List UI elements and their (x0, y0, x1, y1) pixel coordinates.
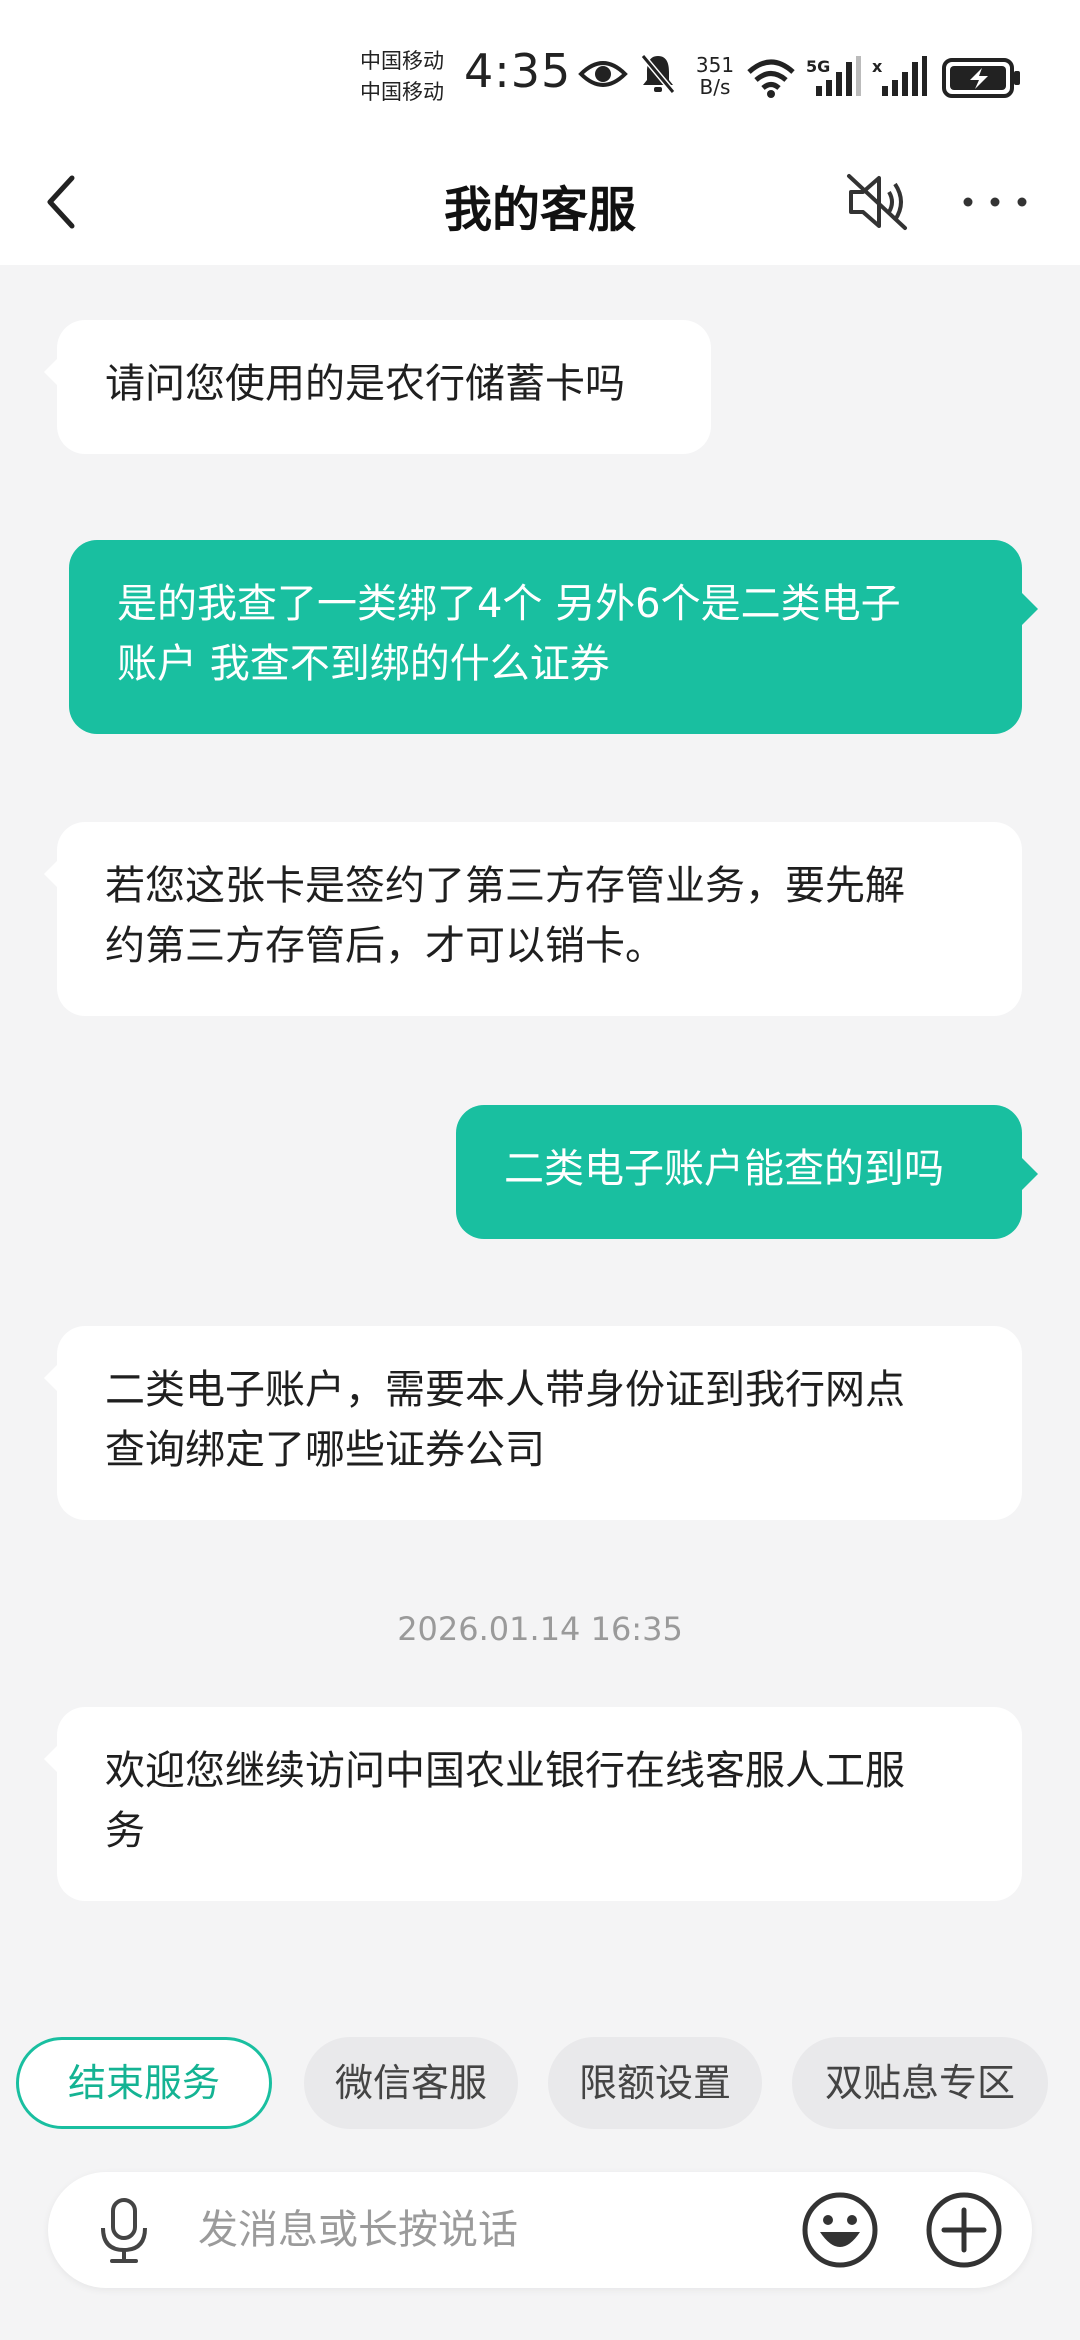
status-bar: 中国移动 中国移动 4:35 351 B/s 5G x (0, 0, 1080, 150)
signal-icon: x (872, 56, 927, 96)
svg-text:x: x (872, 57, 883, 76)
speed-unit: B/s (699, 75, 731, 99)
message-text: 请问您使用的是农行储蓄卡吗 (105, 361, 625, 407)
end-service-chip[interactable]: 结束服务 (16, 2037, 272, 2129)
message-text-line-2: 查询绑定了哪些证券公司 (105, 1427, 545, 1473)
carrier-1-label: 中国移动 (360, 49, 444, 73)
speed-value: 351 (695, 53, 735, 77)
agent-message-1: 请问您使用的是农行储蓄卡吗 (44, 320, 711, 454)
more-icon (963, 197, 1027, 207)
carrier-2-label: 中国移动 (360, 80, 444, 104)
quick-reply-bar: 结束服务 微信客服 限额设置 双贴息专区 (0, 2033, 1080, 2133)
svg-text:5G: 5G (806, 57, 830, 76)
limit-settings-chip[interactable]: 限额设置 (548, 2037, 762, 2129)
message-text-line-1: 若您这张卡是签约了第三方存管业务，要先解 (105, 863, 905, 909)
message-input[interactable] (198, 2194, 798, 2266)
emoji-button[interactable] (800, 2190, 880, 2270)
add-button[interactable] (924, 2190, 1004, 2270)
bell-off-icon (640, 54, 676, 94)
message-text-line-2: 务 (105, 1808, 145, 1854)
carrier-labels: 中国移动 中国移动 (360, 46, 460, 108)
battery-charging-icon (942, 58, 1020, 98)
agent-message-3: 二类电子账户，需要本人带身份证到我行网点 查询绑定了哪些证券公司 (44, 1326, 1022, 1520)
message-text: 二类电子账户能查的到吗 (504, 1146, 944, 1192)
app-header: 我的客服 (0, 150, 1080, 265)
eye-icon (578, 61, 628, 87)
wechat-service-chip[interactable]: 微信客服 (304, 2037, 518, 2129)
speaker-mute-icon (847, 174, 907, 230)
user-message-1: 是的我查了一类绑了4个 另外6个是二类电子 账户 我查不到绑的什么证券 (69, 540, 1038, 734)
message-text-line-1: 是的我查了一类绑了4个 另外6个是二类电子 (117, 581, 901, 627)
smiley-icon (802, 2192, 878, 2268)
microphone-icon (101, 2198, 147, 2263)
voice-button[interactable] (96, 2196, 152, 2266)
mute-button[interactable] (845, 172, 911, 232)
agent-message-4: 欢迎您继续访问中国农业银行在线客服人工服 务 (44, 1707, 1022, 1901)
plus-icon (926, 2192, 1002, 2268)
chat-area[interactable]: 请问您使用的是农行储蓄卡吗 是的我查了一类绑了4个 另外6个是二类电子 账户 我… (0, 265, 1080, 2025)
double-interest-chip[interactable]: 双贴息专区 (792, 2037, 1048, 2129)
wifi-icon (747, 59, 795, 98)
more-button[interactable] (960, 172, 1030, 232)
agent-message-2: 若您这张卡是签约了第三方存管业务，要先解 约第三方存管后，才可以销卡。 (44, 822, 1022, 1016)
message-text-line-1: 二类电子账户，需要本人带身份证到我行网点 (105, 1367, 905, 1413)
signal-5g-icon: 5G (806, 56, 861, 96)
message-input-bar (48, 2172, 1032, 2288)
message-timestamp: 2026.01.14 16:35 (397, 1610, 683, 1648)
network-speed: 351 B/s (690, 54, 740, 98)
message-text-line-1: 欢迎您继续访问中国农业银行在线客服人工服 (105, 1748, 905, 1794)
user-message-2: 二类电子账户能查的到吗 (456, 1105, 1038, 1239)
message-text-line-2: 账户 我查不到绑的什么证券 (117, 641, 610, 687)
message-text-line-2: 约第三方存管后，才可以销卡。 (105, 923, 665, 969)
status-time: 4:35 (464, 44, 572, 98)
page-title: 我的客服 (443, 182, 636, 238)
